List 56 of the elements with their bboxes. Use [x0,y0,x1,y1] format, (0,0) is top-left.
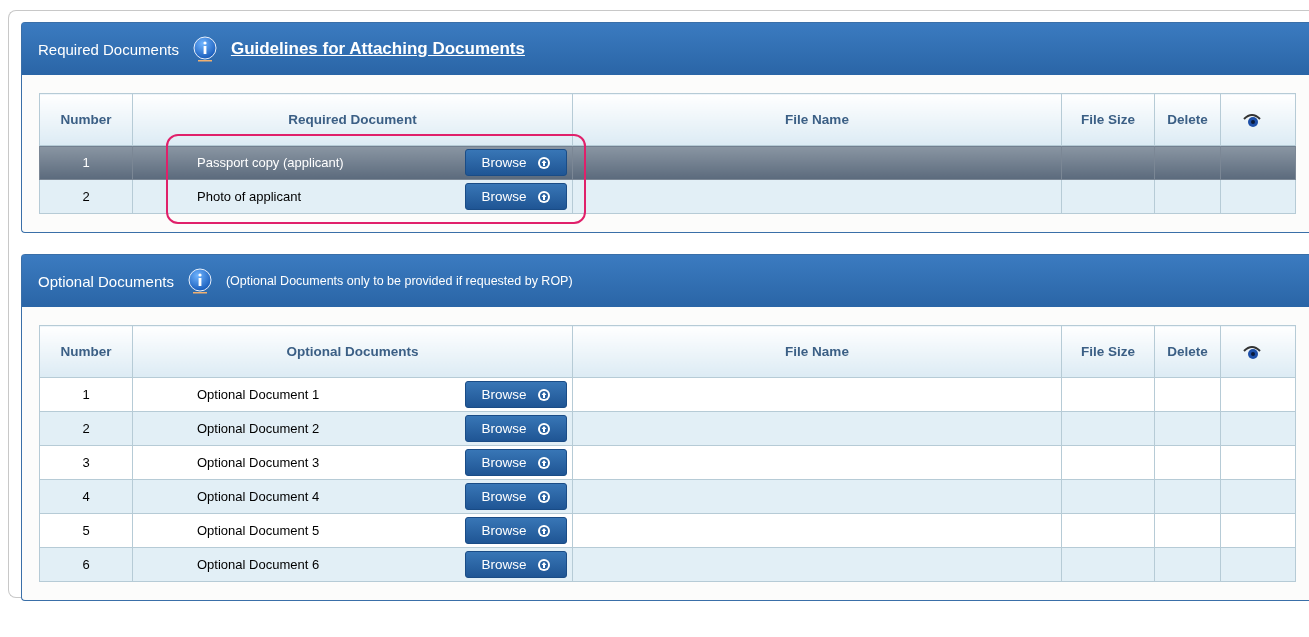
browse-button[interactable]: Browse [465,517,567,544]
upload-icon [536,387,551,402]
document-name: Optional Document 2 [197,421,320,436]
table-row[interactable]: 1 Passport copy (applicant) Browse [39,145,1296,180]
browse-button[interactable]: Browse [465,415,567,442]
upload-icon [536,523,551,538]
upload-icon [536,455,551,470]
table-cell: 4 [39,479,133,514]
table-cell: 1 [39,145,133,180]
panel-title: Optional Documents [38,272,174,290]
document-name: Photo of applicant [197,189,302,204]
document-name: Optional Document 3 [197,455,320,470]
table-cell: 3 [39,445,133,480]
upload-icon [536,489,551,504]
column-header: File Size [1061,325,1155,378]
document-name: Optional Document 4 [197,489,320,504]
document-name: Passport copy (applicant) [197,155,344,170]
upload-icon [536,155,551,170]
column-header: Number [39,93,133,146]
column-header: Delete [1154,93,1221,146]
table-cell: 2 [39,411,133,446]
upload-icon [536,189,551,204]
column-header: File Size [1061,93,1155,146]
table-row[interactable]: 3 Optional Document 3 Browse [39,445,1296,480]
document-name: Optional Document 1 [197,387,320,402]
table-cell: 1 [39,377,133,412]
table-cell: 2 [39,179,133,214]
upload-icon [536,421,551,436]
table-row[interactable]: 2 Photo of applicant Browse [39,179,1296,214]
panel-title: Required Documents [38,40,179,58]
table-row[interactable]: 4 Optional Document 4 Browse [39,479,1296,514]
table-cell: 5 [39,513,133,548]
column-header: Required Document [132,93,573,146]
column-header: Number [39,325,133,378]
upload-icon [536,557,551,572]
browse-button[interactable]: Browse [465,149,567,176]
column-header: Optional Documents [132,325,573,378]
browse-button[interactable]: Browse [465,183,567,210]
guidelines-link[interactable]: Guidelines for Attaching Documents [230,39,525,59]
browse-button[interactable]: Browse [465,551,567,578]
info-icon[interactable] [192,36,217,62]
table-cell: 6 [39,547,133,582]
browse-button[interactable]: Browse [465,381,567,408]
table-row[interactable]: 2 Optional Document 2 Browse [39,411,1296,446]
table-row[interactable]: 6 Optional Document 6 Browse [39,547,1296,582]
document-name: Optional Document 5 [197,523,320,538]
column-header: File Name [572,325,1062,378]
table-row[interactable]: 1 Optional Document 1 Browse [39,377,1296,412]
browse-button[interactable]: Browse [465,449,567,476]
column-header: File Name [572,93,1062,146]
document-name: Optional Document 6 [197,557,320,572]
column-header: Delete [1154,325,1221,378]
panel-note: (Optional Documents only to be provided if requested by ROP) [225,274,573,288]
browse-button[interactable]: Browse [465,483,567,510]
table-row[interactable]: 5 Optional Document 5 Browse [39,513,1296,548]
info-icon[interactable] [187,268,212,294]
